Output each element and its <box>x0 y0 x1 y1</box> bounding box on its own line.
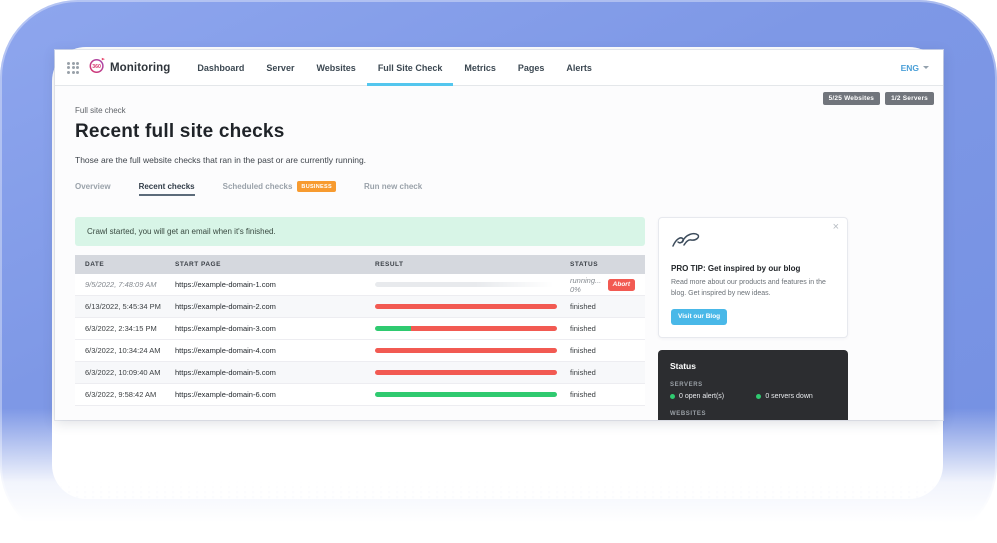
websites-usage-badge[interactable]: 5/25 Websites <box>823 92 880 105</box>
pro-tip-card: × PRO TIP: Get inspired by our blog Read… <box>658 217 848 338</box>
status-text: finished <box>570 324 596 333</box>
tab-overview[interactable]: Overview <box>75 182 111 196</box>
progress-bar <box>375 348 557 353</box>
svg-text:360: 360 <box>92 64 101 70</box>
progress-bar <box>375 370 557 375</box>
logo[interactable]: 360 Monitoring <box>88 56 170 79</box>
nav-item-dashboard[interactable]: Dashboard <box>186 50 255 85</box>
progress-bar <box>375 282 557 287</box>
crawl-started-alert: Crawl started, you will get an email whe… <box>75 217 645 246</box>
col-header-result: RESULT <box>375 261 570 268</box>
nav-item-server[interactable]: Server <box>255 50 305 85</box>
progress-bar <box>375 392 557 397</box>
tab-scheduled-checks-label: Scheduled checks <box>223 182 293 191</box>
language-selector[interactable]: ENG <box>901 50 929 85</box>
brand-name: Monitoring <box>110 62 170 74</box>
green-status-dot <box>756 394 761 399</box>
servers-open-alerts: 0 open alert(s) <box>670 393 756 400</box>
col-header-status: STATUS <box>570 261 635 268</box>
pro-tip-body: Read more about our products and feature… <box>671 278 835 300</box>
page-content: 5/25 Websites 1/2 Servers Full site chec… <box>55 86 943 420</box>
logo-360-icon: 360 <box>88 56 106 79</box>
servers-down: 0 servers down <box>756 393 836 400</box>
progress-bar <box>375 326 557 331</box>
nav-item-full-site-check[interactable]: Full Site Check <box>367 50 454 85</box>
frame-bottom-fade <box>0 408 997 543</box>
close-icon[interactable]: × <box>833 221 839 233</box>
nav-item-alerts[interactable]: Alerts <box>555 50 603 85</box>
status-text: finished <box>570 346 596 355</box>
websites-section-label: WEBSITES <box>670 411 836 417</box>
servers-section-label: SERVERS <box>670 382 836 388</box>
table-row[interactable]: 6/3/2022, 10:34:24 AM https://example-do… <box>75 340 645 362</box>
table-header: DATE START PAGE RESULT STATUS <box>75 255 645 274</box>
status-text: finished <box>570 302 596 311</box>
abort-button[interactable]: Abort <box>608 279 635 291</box>
tab-bar: Overview Recent checks Scheduled checks … <box>75 181 923 197</box>
screenshot-stage: 360 Monitoring Dashboard Server Websites… <box>0 0 997 543</box>
status-text: finished <box>570 390 596 399</box>
usage-badges: 5/25 Websites 1/2 Servers <box>823 92 934 105</box>
status-card-title: Status <box>670 361 836 371</box>
app-window: 360 Monitoring Dashboard Server Websites… <box>55 50 943 420</box>
brand-area: 360 Monitoring <box>67 50 170 85</box>
status-text: running... 0% <box>570 276 602 294</box>
table-row[interactable]: 6/3/2022, 10:09:40 AM https://example-do… <box>75 362 645 384</box>
visit-blog-button[interactable]: Visit our Blog <box>671 309 727 325</box>
table-row[interactable]: 6/13/2022, 5:45:34 PM https://example-do… <box>75 296 645 318</box>
table-row[interactable]: 6/3/2022, 2:34:15 PM https://example-dom… <box>75 318 645 340</box>
breadcrumb: Full site check <box>75 106 923 115</box>
table-row[interactable]: 9/5/2022, 7:48:09 AM https://example-dom… <box>75 274 645 296</box>
pro-tip-title: PRO TIP: Get inspired by our blog <box>671 264 835 273</box>
language-label: ENG <box>901 63 919 73</box>
tab-run-new-check[interactable]: Run new check <box>364 182 422 196</box>
checks-table: DATE START PAGE RESULT STATUS 9/5/2022, … <box>75 255 645 406</box>
tab-scheduled-checks[interactable]: Scheduled checks BUSINESS <box>223 181 336 197</box>
nav-menu: Dashboard Server Websites Full Site Chec… <box>186 50 603 85</box>
status-card: Status SERVERS 0 open alert(s) 0 servers… <box>658 350 848 420</box>
app-launcher-icon[interactable] <box>67 62 79 74</box>
nav-item-websites[interactable]: Websites <box>305 50 366 85</box>
top-navbar: 360 Monitoring Dashboard Server Websites… <box>55 50 943 86</box>
col-header-date: DATE <box>85 261 175 268</box>
table-row[interactable]: 6/3/2022, 9:58:42 AM https://example-dom… <box>75 384 645 406</box>
page-title: Recent full site checks <box>75 121 923 143</box>
business-badge: BUSINESS <box>297 181 336 192</box>
nav-item-pages[interactable]: Pages <box>507 50 556 85</box>
nav-item-metrics[interactable]: Metrics <box>453 50 507 85</box>
col-header-start-page: START PAGE <box>175 261 375 268</box>
page-subtitle: Those are the full website checks that r… <box>75 155 923 165</box>
blog-doodle-icon <box>671 238 701 255</box>
chevron-down-icon <box>923 66 929 69</box>
tab-recent-checks[interactable]: Recent checks <box>139 182 195 196</box>
green-status-dot <box>670 394 675 399</box>
status-text: finished <box>570 368 596 377</box>
servers-usage-badge[interactable]: 1/2 Servers <box>885 92 934 105</box>
progress-bar <box>375 304 557 309</box>
